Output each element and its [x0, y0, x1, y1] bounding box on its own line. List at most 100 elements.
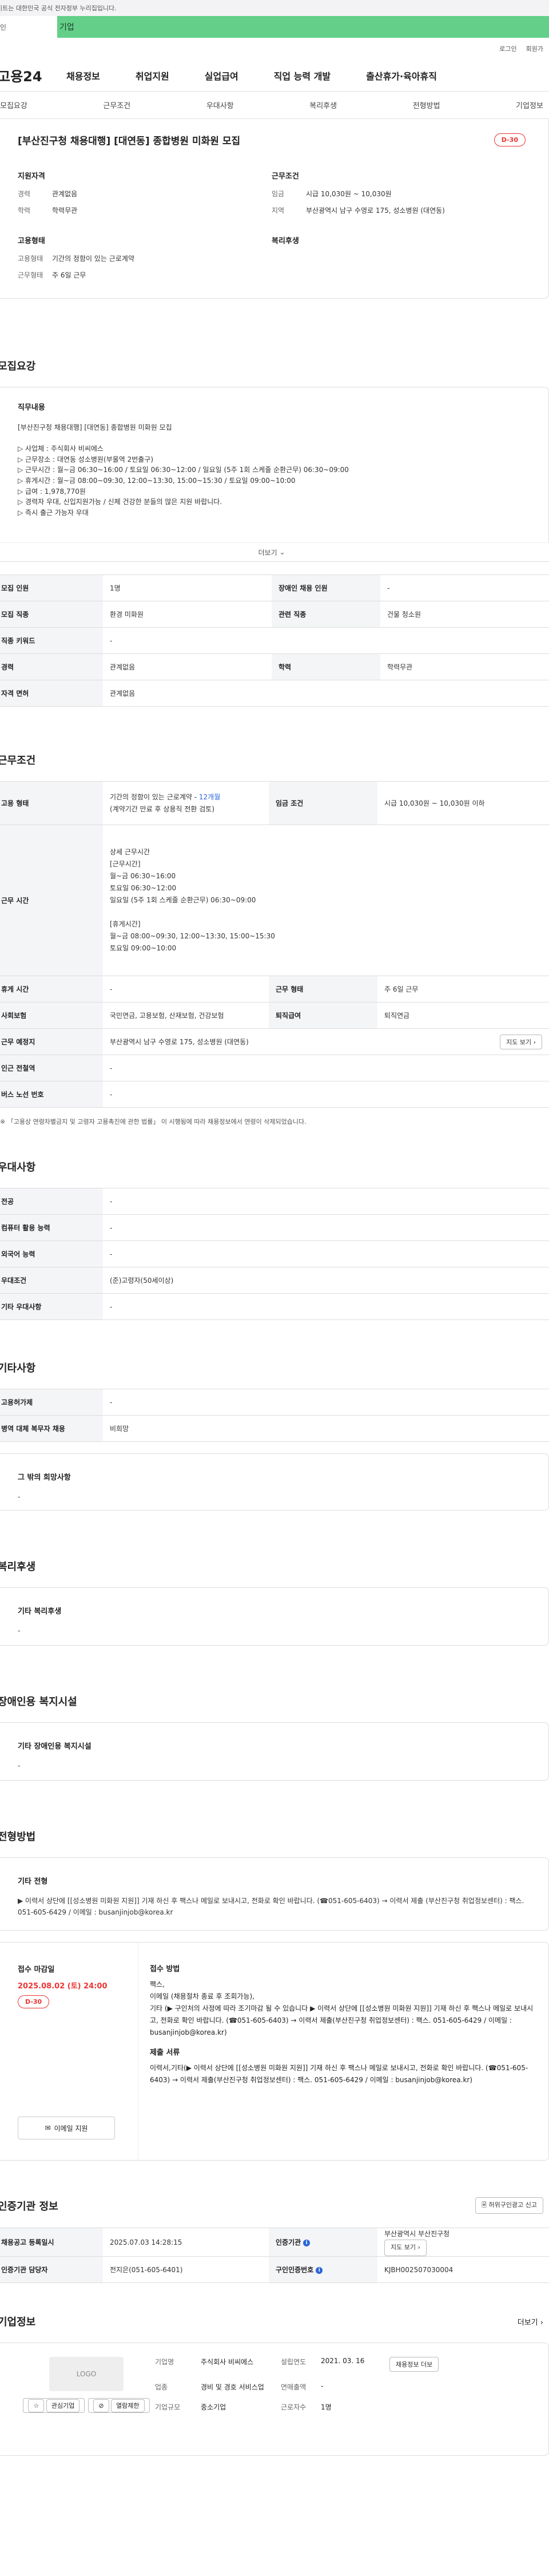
table-header-cell: 우대조건 — [0, 1267, 103, 1294]
info-key: 기업규모 — [155, 2403, 181, 2412]
table-row: 휴게 시간 - 근무 형태 주 6일 근무 — [0, 976, 549, 1002]
contract-months: 12개월 — [198, 793, 221, 802]
hope-value: - — [18, 1493, 21, 1501]
method-text: 팩스, 이메일 (채용절차 종료 후 조회가능), 기타 (▶ 구인처의 사정에… — [150, 1980, 534, 2036]
strip-left-text: 인 — [0, 16, 57, 38]
email-apply-button[interactable]: ✉ 이메일 지원 — [18, 2117, 115, 2139]
apply-box: 접수 마감일 2025.08.02 (토) 24:00 D-30 ✉ 이메일 지… — [0, 1942, 549, 2161]
table-cell: - — [103, 1389, 549, 1416]
table-header-cell: 채용공고 등록일시 — [0, 2228, 103, 2257]
map-button[interactable]: 지도 보기 › — [500, 1034, 542, 1049]
conditions-table: 고용 형태 기간의 정함이 있는 근로계약 - 12개월 (계약기간 만료 후 … — [0, 781, 549, 1108]
disabled-box: 기타 장애인용 복지시설 - — [0, 1722, 549, 1781]
prefs-table: 전공 - 컴퓨터 활용 능력 - 외국어 능력 - 우대조건 (준)고령자(50세이상)… — [0, 1188, 549, 1320]
etc-title: 기타사항 — [0, 1362, 36, 1374]
login-link[interactable]: 로그인 — [499, 44, 516, 53]
work-key: 지역 — [272, 207, 285, 215]
cert-map-button[interactable]: 지도 보기 › — [384, 2240, 427, 2257]
table-cell: 관계없음 — [103, 653, 272, 680]
info-key: 업종 — [155, 2383, 168, 2392]
company-employees: 1명 — [321, 2403, 332, 2412]
hope-box: 그 밖의 희망사항 - — [0, 1453, 549, 1511]
table-header-cell: 인근 전철역 — [0, 1055, 103, 1081]
report-button[interactable]: 🗎 허위구인광고 신고 — [475, 2197, 543, 2214]
info-key: 근로자수 — [281, 2403, 307, 2412]
age-note: ※ 「고용상 연령차별금지 및 고령자 고용촉진에 관한 법률」 이 시행됨에 … — [0, 1118, 307, 1125]
hope-heading: 그 밖의 희망사항 — [18, 1473, 71, 1482]
tab-conditions[interactable]: 근무조건 — [103, 100, 130, 110]
gnb-item-unemployment[interactable]: 실업급여 — [205, 69, 238, 82]
company-jobs-button[interactable]: 채용정보 더보 — [389, 2357, 439, 2372]
prefs-title: 우대사항 — [0, 1162, 36, 1174]
table-cell: 시급 10,030원 ~ 10,030원 이하 — [377, 781, 549, 825]
welfare-heading: 복리후생 — [272, 237, 299, 245]
table-row: 컴퓨터 활용 능력 - — [0, 1214, 549, 1241]
apply-dday-badge: D-30 — [18, 1995, 50, 2008]
deadline-heading: 접수 마감일 — [18, 1965, 55, 1974]
qual-key: 경력 — [18, 190, 31, 198]
tab-prefs[interactable]: 우대사항 — [206, 100, 234, 110]
employ-key: 근무형태 — [18, 271, 43, 279]
work-value: 시급 10,030원 ~ 10,030원 — [306, 190, 392, 198]
table-header-cell: 모집 직종 — [0, 601, 103, 628]
table-row: 경력 관계없음 학력 학력무관 — [0, 653, 549, 680]
table-header-cell: 외국어 능력 — [0, 1241, 103, 1267]
cert-org: 부산광역시 부산진구청 — [384, 2230, 450, 2238]
table-header-cell: 인증기관 i — [269, 2228, 377, 2257]
info-icon[interactable]: i — [303, 2239, 311, 2246]
table-cell: 퇴직연금 — [377, 1002, 549, 1029]
gnb-item-leave[interactable]: 출산휴가·육아휴직 — [366, 69, 437, 82]
deadline-date: 2025.08.02 (토) 24:00 — [18, 1982, 108, 1991]
table-cell: - — [103, 1055, 549, 1081]
company-name: 주식회사 비씨에스 — [201, 2358, 254, 2367]
table-cell: - — [380, 574, 549, 601]
table-header-cell: 전공 — [0, 1188, 103, 1215]
employ-value: 기간의 정함이 있는 근로계약 — [52, 255, 134, 263]
table-cell: 기간의 정함이 있는 근로계약 - 12개월 (계약기간 만료 후 상용직 전환… — [103, 781, 269, 825]
table-cell: - — [103, 1081, 549, 1108]
info-icon[interactable]: i — [316, 2266, 323, 2274]
table-header-cell: 자격 면허 — [0, 680, 103, 707]
site-logo[interactable]: 고용24 — [0, 65, 66, 85]
table-cell: 환경 미화원 — [103, 601, 272, 628]
tab-selection[interactable]: 전형방법 — [413, 100, 440, 110]
table-cell: 2025.07.03 14:28:15 — [103, 2228, 269, 2257]
company-type-tab[interactable]: 기업 — [57, 16, 549, 38]
mail-icon: ✉ — [45, 2124, 51, 2132]
welfare-box: 기타 복리후생 - — [0, 1587, 549, 1646]
gnb-item-support[interactable]: 취업지원 — [136, 69, 169, 82]
table-cell: 주 6일 근무 — [377, 976, 549, 1002]
table-row: 기타 우대사항 - — [0, 1293, 549, 1320]
duty-more-button[interactable]: 더보기 ⌄ — [0, 542, 549, 562]
duty-box: 직무내용 [부산진구청 채용대행] [대연동] 종합병원 미화원 모집 ▷ 사업… — [0, 387, 549, 542]
company-title: 기업정보 — [0, 2316, 36, 2329]
recruit-title: 모집요강 — [0, 360, 36, 372]
table-row: 버스 노선 번호 - — [0, 1081, 549, 1108]
conditions-title: 근무조건 — [0, 755, 36, 767]
signup-link[interactable]: 회원가 — [526, 44, 543, 53]
table-header-cell: 경력 — [0, 653, 103, 680]
utility-bar: 로그인 회원가 — [0, 38, 549, 60]
disabled-sub: 기타 장애인용 복지시설 — [18, 1742, 92, 1751]
table-header-cell: 고용 형태 — [0, 781, 103, 825]
tab-welfare[interactable]: 복리후생 — [309, 100, 337, 110]
table-row: 근무 시간 상세 근무시간 [근무시간] 월~금 06:30~16:00 토요일… — [0, 825, 549, 976]
interest-button[interactable]: ☆ 관심기업 — [23, 2398, 85, 2413]
star-icon: ☆ — [28, 2399, 45, 2413]
selection-title: 전형방법 — [0, 1831, 36, 1843]
company-more-link[interactable]: 더보기 › — [518, 2316, 543, 2327]
table-cell: - — [103, 1293, 549, 1320]
table-header-cell: 장애인 채용 인원 — [272, 574, 380, 601]
gnb-item-skills[interactable]: 직업 능력 개발 — [274, 69, 331, 82]
company-logo: LOGO — [49, 2357, 124, 2392]
block-button[interactable]: ⊘ 열람제한 — [88, 2398, 150, 2413]
qual-key: 학력 — [18, 207, 31, 215]
tab-company[interactable]: 기업정보 — [516, 100, 543, 110]
gnb-item-jobs[interactable]: 채용정보 — [66, 69, 100, 82]
table-header-cell: 관련 직종 — [272, 601, 380, 628]
table-header-cell: 직종 키워드 — [0, 627, 103, 654]
duty-text: [부산진구청 채용대행] [대연동] 종합병원 미화원 모집 ▷ 사업체 : 주… — [18, 423, 349, 517]
chevron-right-icon: › — [540, 2318, 543, 2327]
tab-recruit[interactable]: 모집요강 — [0, 100, 27, 110]
job-title: [부산진구청 채용대행] [대연동] 종합병원 미화원 모집 — [18, 136, 241, 147]
